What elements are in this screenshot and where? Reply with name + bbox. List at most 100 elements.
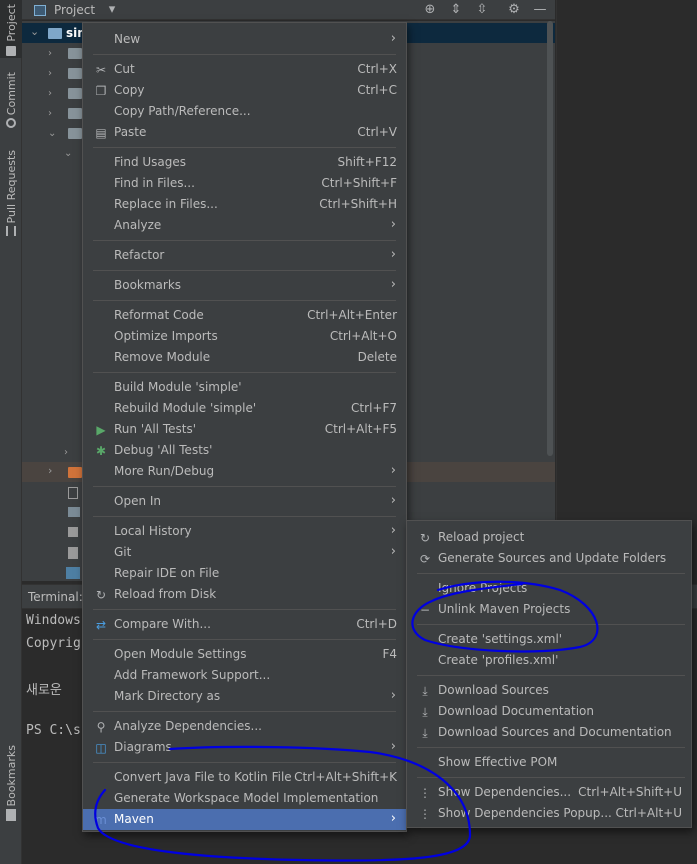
tree-row[interactable]: ⌄: [64, 143, 76, 163]
tab-bookmarks[interactable]: Bookmarks: [0, 745, 22, 822]
menu-item-convert-java-file-to-kotlin-file[interactable]: Convert Java File to Kotlin File Ctrl+Alt…: [83, 767, 406, 788]
menu-item-shortcut: Ctrl+Alt+Shift+U: [578, 785, 682, 799]
terminal-line: PS C:\s: [26, 723, 81, 738]
dependencies-icon: ⋮: [419, 807, 431, 821]
menu-item-open-in[interactable]: Open In ›: [83, 491, 406, 512]
maven-icon: m: [95, 813, 107, 827]
menu-item-label: Add Framework Support...: [114, 668, 271, 682]
menu-item-build-module-simple[interactable]: Build Module 'simple': [83, 377, 406, 398]
tree-row[interactable]: ›: [64, 442, 76, 462]
tab-project[interactable]: Project: [0, 0, 22, 58]
menu-item-shortcut: Ctrl+F7: [351, 401, 397, 415]
file-icon: [68, 487, 78, 499]
menu-item-bookmarks[interactable]: Bookmarks ›: [83, 275, 406, 296]
menu-item-open-module-settings[interactable]: Open Module Settings F4: [83, 644, 406, 665]
collapse-all-icon[interactable]: ⇳: [474, 2, 490, 18]
menu-separator: [93, 639, 396, 640]
menu-item-new[interactable]: New ›: [83, 29, 406, 50]
menu-item-show-dependencies[interactable]: ⋮ Show Dependencies... Ctrl+Alt+Shift+U: [407, 782, 691, 803]
menu-item-cut[interactable]: ✂ Cut Ctrl+X: [83, 59, 406, 80]
menu-item-reload-project[interactable]: ↻ Reload project: [407, 527, 691, 548]
menu-item-download-documentation[interactable]: ⤓ Download Documentation: [407, 701, 691, 722]
menu-item-analyze-dependencies[interactable]: ⚲ Analyze Dependencies...: [83, 716, 406, 737]
menu-item-shortcut: Ctrl+Shift+H: [319, 197, 397, 211]
menu-item-maven[interactable]: m Maven ›: [83, 809, 406, 830]
menu-item-rebuild-module-simple[interactable]: Rebuild Module 'simple' Ctrl+F7: [83, 398, 406, 419]
chevron-down-icon: ⌄: [48, 127, 57, 139]
menu-item-label: Find in Files...: [114, 176, 195, 190]
project-view-selector[interactable]: Project: [54, 3, 95, 17]
menu-separator: [417, 624, 685, 625]
tree-row[interactable]: ›: [48, 63, 82, 83]
menu-separator: [93, 711, 396, 712]
terminal-label: Terminal:: [28, 590, 83, 604]
tab-commit-label: Commit: [4, 72, 18, 116]
menu-separator: [93, 762, 396, 763]
tab-pull-requests[interactable]: Pull Requests: [0, 150, 22, 237]
file-icon: [68, 507, 80, 517]
menu-item-paste[interactable]: ▤ Paste Ctrl+V: [83, 122, 406, 143]
folder-icon: [68, 127, 82, 139]
menu-item-find-in-files[interactable]: Find in Files... Ctrl+Shift+F: [83, 173, 406, 194]
menu-item-find-usages[interactable]: Find Usages Shift+F12: [83, 152, 406, 173]
menu-item-local-history[interactable]: Local History ›: [83, 521, 406, 542]
menu-item-copy[interactable]: ❐ Copy Ctrl+C: [83, 80, 406, 101]
chevron-right-icon: ›: [390, 31, 396, 46]
menu-item-add-framework-support[interactable]: Add Framework Support...: [83, 665, 406, 686]
menu-item-generate-sources-and-update-folders[interactable]: ⟳ Generate Sources and Update Folders: [407, 548, 691, 569]
menu-item-reformat-code[interactable]: Reformat Code Ctrl+Alt+Enter: [83, 305, 406, 326]
menu-item-analyze[interactable]: Analyze ›: [83, 215, 406, 236]
menu-item-shortcut: Ctrl+Shift+F: [321, 176, 397, 190]
menu-item-show-dependencies-popup[interactable]: ⋮ Show Dependencies Popup... Ctrl+Alt+U: [407, 803, 691, 824]
menu-item-copy-path-reference[interactable]: Copy Path/Reference...: [83, 101, 406, 122]
menu-item-generate-workspace-model-implementation[interactable]: Generate Workspace Model Implementation: [83, 788, 406, 809]
menu-item-label: Local History: [114, 524, 192, 538]
gear-icon[interactable]: ⚙: [506, 2, 522, 18]
menu-item-label: Reload project: [438, 530, 525, 544]
tree-row[interactable]: ›: [48, 103, 82, 123]
expand-all-icon[interactable]: ⇕: [448, 2, 464, 18]
menu-item-git[interactable]: Git ›: [83, 542, 406, 563]
bookmark-icon: [6, 809, 16, 822]
menu-item-refactor[interactable]: Refactor ›: [83, 245, 406, 266]
tool-window-strip: Project Commit Pull Requests Bookmarks: [0, 0, 22, 864]
menu-item-unlink-maven-projects[interactable]: − Unlink Maven Projects: [407, 599, 691, 620]
menu-item-create-profiles-xml[interactable]: Create 'profiles.xml': [407, 650, 691, 671]
tab-pull-requests-label: Pull Requests: [4, 150, 18, 224]
locate-icon[interactable]: ⊕: [422, 2, 438, 18]
menu-item-remove-module[interactable]: Remove Module Delete: [83, 347, 406, 368]
menu-item-shortcut: Ctrl+Alt+Enter: [307, 308, 397, 322]
menu-item-create-settings-xml[interactable]: Create 'settings.xml': [407, 629, 691, 650]
menu-item-optimize-imports[interactable]: Optimize Imports Ctrl+Alt+O: [83, 326, 406, 347]
menu-item-more-run-debug[interactable]: More Run/Debug ›: [83, 461, 406, 482]
tree-row[interactable]: ›: [48, 83, 82, 103]
menu-item-shortcut: Ctrl+V: [357, 125, 397, 139]
menu-item-label: Show Dependencies...: [438, 785, 572, 799]
chevron-down-icon[interactable]: ⌄: [30, 25, 39, 38]
chevron-right-icon: ›: [390, 739, 396, 754]
menu-item-replace-in-files[interactable]: Replace in Files... Ctrl+Shift+H: [83, 194, 406, 215]
tab-commit[interactable]: Commit: [0, 72, 22, 129]
menu-separator: [93, 270, 396, 271]
menu-item-download-sources-and-documentation[interactable]: ⤓ Download Sources and Documentation: [407, 722, 691, 743]
menu-item-download-sources[interactable]: ⤓ Download Sources: [407, 680, 691, 701]
download-icon: ⤓: [422, 726, 428, 740]
chevron-right-icon: ›: [390, 247, 396, 262]
menu-item-mark-directory-as[interactable]: Mark Directory as ›: [83, 686, 406, 707]
menu-item-run-all-tests[interactable]: ▶ Run 'All Tests' Ctrl+Alt+F5: [83, 419, 406, 440]
minimize-icon[interactable]: —: [532, 2, 548, 18]
menu-item-debug-all-tests[interactable]: ✱ Debug 'All Tests': [83, 440, 406, 461]
menu-item-label: New: [114, 32, 141, 46]
menu-item-show-effective-pom[interactable]: Show Effective POM: [407, 752, 691, 773]
menu-item-ignore-projects[interactable]: Ignore Projects: [407, 578, 691, 599]
tree-row[interactable]: ›: [48, 43, 82, 63]
menu-item-repair-ide-on-file[interactable]: Repair IDE on File: [83, 563, 406, 584]
tree-scrollbar[interactable]: [547, 21, 553, 456]
chevron-down-icon[interactable]: ▾: [104, 2, 120, 18]
tree-row[interactable]: ⌄: [48, 123, 82, 143]
folder-icon: [6, 45, 16, 56]
debug-icon: ✱: [95, 444, 107, 458]
menu-item-compare-with[interactable]: ⇄ Compare With... Ctrl+D: [83, 614, 406, 635]
menu-item-diagrams[interactable]: ◫ Diagrams ›: [83, 737, 406, 758]
menu-item-reload-from-disk[interactable]: ↻ Reload from Disk: [83, 584, 406, 605]
